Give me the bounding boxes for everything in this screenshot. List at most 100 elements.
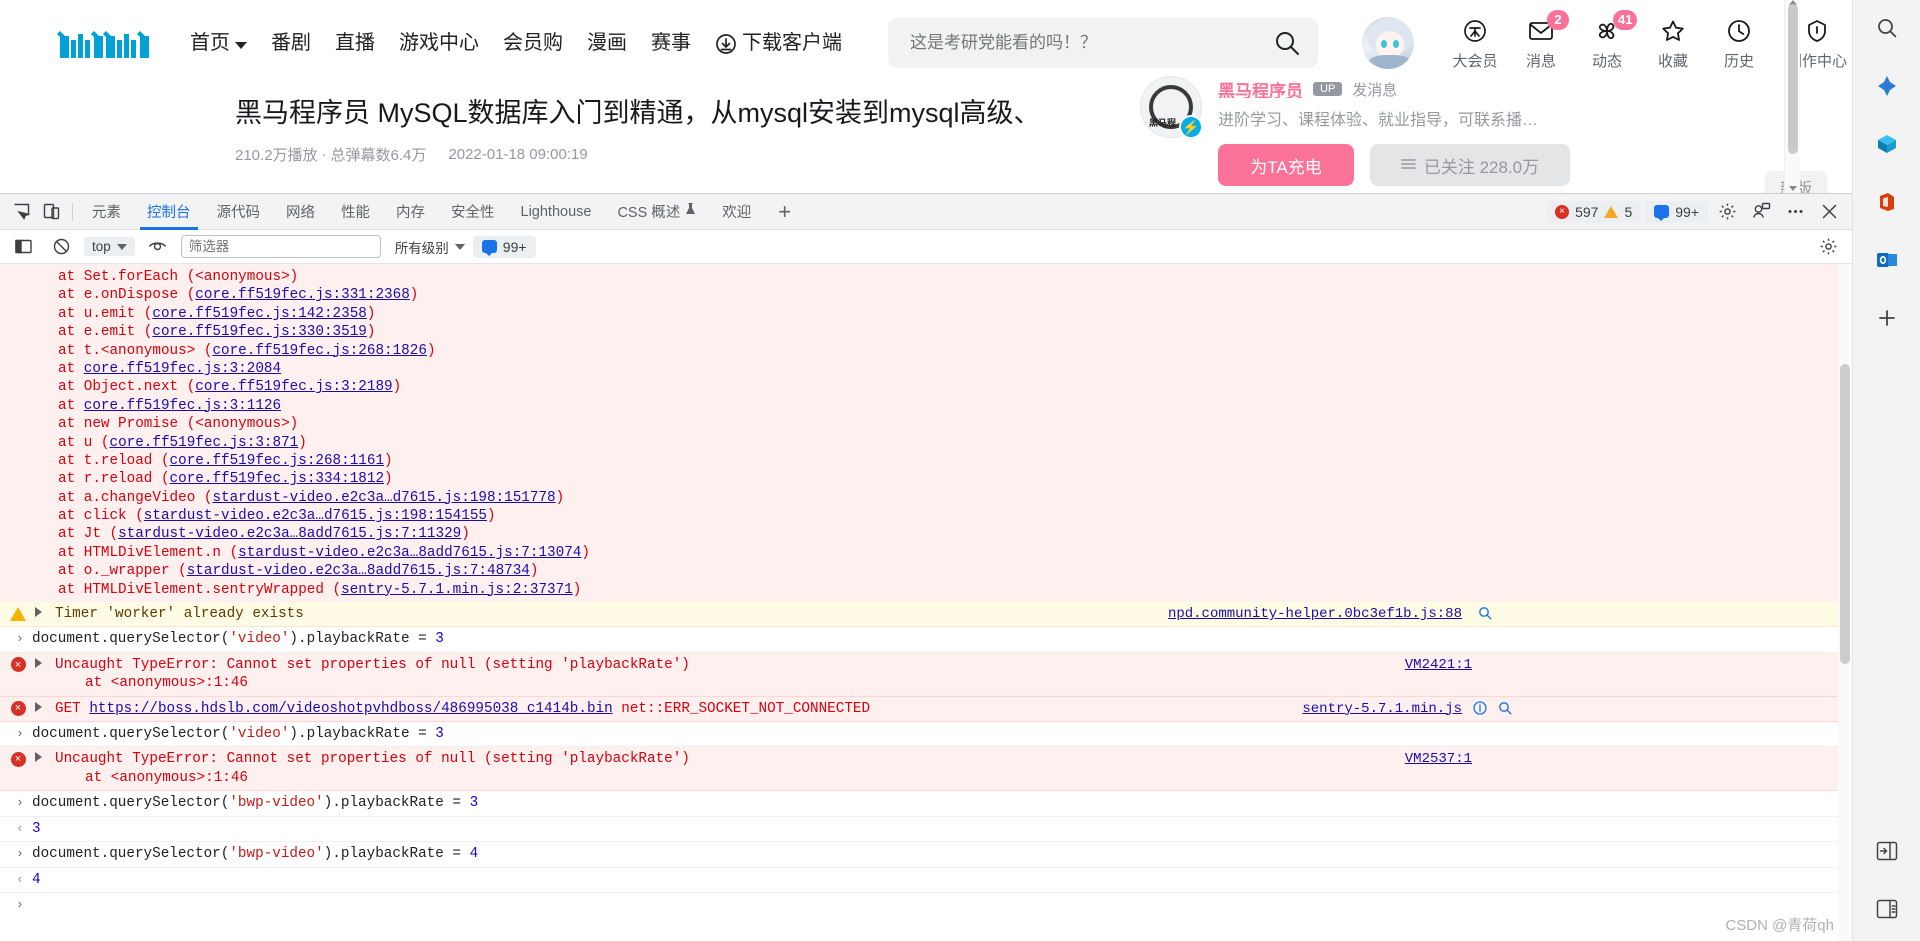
search-icon[interactable] [1498,701,1512,721]
header-item-dynamic[interactable]: 41 动态 [1574,9,1640,71]
network-error-url[interactable]: https://boss.hdslb.com/videoshotpvhdboss… [89,701,612,717]
frame-link-12[interactable]: stardust-video.e2c3a…d7615.js:198:151778 [212,490,555,506]
devices-icon[interactable] [1746,198,1776,226]
page-scrollbar-thumb[interactable] [1788,4,1798,154]
tab-console[interactable]: 控制台 [134,194,204,230]
header-item-messages[interactable]: 2 消息 [1508,9,1574,71]
header-item-history[interactable]: 历史 [1706,16,1772,71]
log-level-selector[interactable]: 所有级别 [395,237,465,257]
expand-triangle-icon[interactable] [35,701,42,712]
error-source-link-2[interactable]: VM2537:1 [1405,750,1472,768]
device-toolbar-icon[interactable] [36,198,66,226]
open-in-sidebar-icon[interactable] [1867,833,1907,869]
gear-icon[interactable] [1712,198,1742,226]
console-entry-error-1[interactable]: × Uncaught TypeError: Cannot set propert… [0,652,1852,697]
frame-link-17[interactable]: sentry-5.7.1.min.js:2:37371 [341,582,573,598]
frame-link-5[interactable]: core.ff519fec.js:3:2084 [84,361,281,377]
uploader-name[interactable]: 黑马程序员 [1218,80,1303,99]
error-source-link-1[interactable]: VM2421:1 [1405,656,1472,674]
follow-button[interactable]: 已关注 228.0万 [1370,144,1570,186]
nav-item-0[interactable]: 首页 [190,33,247,53]
live-expression-icon[interactable] [143,233,173,261]
frame-link-15[interactable]: stardust-video.e2c3a…8add7615.js:7:13074 [238,545,581,561]
nav-item-5[interactable]: 漫画 [587,33,627,53]
tab-css-overview[interactable]: CSS 概述 [604,194,709,230]
search-icon[interactable] [1867,10,1907,46]
expand-triangle-icon[interactable] [35,752,42,763]
office-icon[interactable] [1867,184,1907,220]
nav-item-4[interactable]: 会员购 [503,33,563,53]
search-bar[interactable] [888,18,1318,68]
copilot-icon[interactable] [1867,68,1907,104]
console-scrollbar-thumb[interactable] [1840,364,1850,664]
frame-link-10[interactable]: core.ff519fec.js:268:1161 [170,453,385,469]
charge-button[interactable]: 为TA充电 [1218,144,1354,186]
page-scrollbar[interactable] [1784,0,1800,193]
tab-network[interactable]: 网络 [273,194,328,230]
console-message-counter[interactable]: 99+ [472,235,536,258]
inspect-element-icon[interactable] [6,198,36,226]
console-entry-warning[interactable]: Timer 'worker' already exists npd.commun… [0,602,1852,628]
nav-item-1[interactable]: 番剧 [271,33,311,53]
console-entry-command-1[interactable]: › document.querySelector('video').playba… [0,627,1852,653]
tab-sources[interactable]: 源代码 [204,194,274,230]
frame-link-6[interactable]: core.ff519fec.js:3:2189 [195,379,392,395]
console-entry-command-4[interactable]: › document.querySelector('bwp-video').pl… [0,842,1852,868]
clear-console-icon[interactable] [46,233,76,261]
shopping-icon[interactable] [1867,126,1907,162]
console-entry-error-2[interactable]: × Uncaught TypeError: Cannot set propert… [0,747,1852,792]
tab-performance[interactable]: 性能 [328,194,383,230]
uploader-avatar[interactable]: 黑马程 ⚡ [1140,76,1203,139]
console-output[interactable]: at Set.forEach (<anonymous>) at e.onDisp… [0,264,1852,941]
search-icon[interactable] [1272,28,1302,58]
frame-link-1[interactable]: core.ff519fec.js:331:2368 [195,287,410,303]
console-entry-network-error[interactable]: × GET https://boss.hdslb.com/videoshotpv… [0,696,1852,723]
frame-link-2[interactable]: core.ff519fec.js:142:2358 [152,306,367,322]
sidebar-settings-icon[interactable] [1867,891,1907,927]
frame-link-4[interactable]: core.ff519fec.js:268:1826 [212,343,427,359]
search-icon[interactable] [1478,606,1492,626]
avatar[interactable] [1360,15,1416,71]
uploader-message-link[interactable]: 发消息 [1352,80,1397,99]
more-options-icon[interactable] [1780,198,1810,226]
issues-counter[interactable]: × 597 5 [1546,200,1642,223]
outlook-icon[interactable] [1867,242,1907,278]
nav-item-6[interactable]: 赛事 [651,33,691,53]
search-input[interactable] [910,33,1272,53]
console-entry-result-4[interactable]: ‹ 4 [0,867,1852,893]
nav-item-3[interactable]: 游戏中心 [399,33,479,53]
filter-input[interactable] [180,235,381,258]
console-entry-command-3[interactable]: › document.querySelector('bwp-video').pl… [0,791,1852,817]
frame-link-9[interactable]: core.ff519fec.js:3:871 [109,435,298,451]
frame-link-13[interactable]: stardust-video.e2c3a…d7615.js:198:154155 [144,508,487,524]
warning-source-link[interactable]: npd.community-helper.0bc3ef1b.js:88 [1168,605,1462,623]
tab-welcome[interactable]: 欢迎 [709,194,764,230]
add-icon[interactable] [1867,300,1907,336]
info-icon[interactable] [1473,701,1487,721]
tab-memory[interactable]: 内存 [383,194,438,230]
frame-link-14[interactable]: stardust-video.e2c3a…8add7615.js:7:11329 [118,526,461,542]
scroll-down-arrow[interactable] [1789,186,1797,191]
expand-triangle-icon[interactable] [35,607,42,618]
frame-link-3[interactable]: core.ff519fec.js:330:3519 [152,324,367,340]
network-error-source-link[interactable]: sentry-5.7.1.min.js [1302,700,1462,718]
close-icon[interactable] [1814,198,1844,226]
context-selector[interactable]: top [84,237,135,256]
console-entry-command-2[interactable]: › document.querySelector('video').playba… [0,722,1852,748]
tab-elements[interactable]: 元素 [79,194,134,230]
console-entry-result-3[interactable]: ‹ 3 [0,816,1852,843]
tab-security[interactable]: 安全性 [438,194,508,230]
add-tab-button[interactable]: + [764,200,805,223]
frame-link-7[interactable]: core.ff519fec.js:3:1126 [84,398,281,414]
expand-triangle-icon[interactable] [35,657,42,668]
console-scrollbar[interactable] [1838,264,1852,941]
console-prompt-row[interactable]: › [0,892,1852,918]
frame-link-11[interactable]: core.ff519fec.js:334:1812 [170,471,385,487]
console-sidebar-icon[interactable] [8,233,38,261]
nav-item-2[interactable]: 直播 [335,33,375,53]
header-item-favorites[interactable]: 收藏 [1640,16,1706,71]
frame-link-16[interactable]: stardust-video.e2c3a…8add7615.js:7:48734 [187,563,530,579]
console-settings-icon[interactable] [1819,237,1844,256]
messages-counter[interactable]: 99+ [1645,200,1708,223]
nav-item-7[interactable]: 下载客户端 [715,32,842,54]
